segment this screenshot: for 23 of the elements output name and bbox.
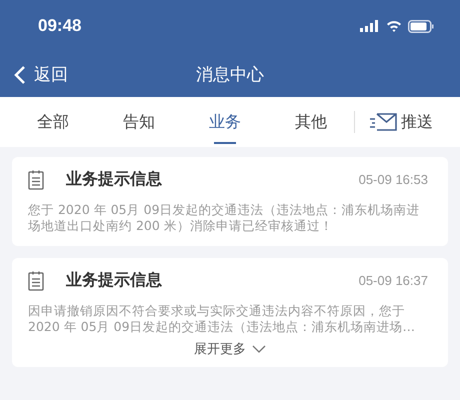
signal-icon bbox=[360, 20, 380, 32]
chevron-down-icon bbox=[252, 345, 266, 353]
notepad-icon bbox=[28, 270, 44, 290]
expand-more-button[interactable]: 展开更多 bbox=[188, 339, 272, 359]
envelope-icon bbox=[369, 113, 397, 131]
back-button[interactable]: 返回 bbox=[0, 63, 68, 86]
message-title: 业务提示信息 bbox=[66, 169, 163, 190]
push-button[interactable]: 推送 bbox=[369, 112, 433, 132]
tab[interactable]: 告知 bbox=[96, 97, 182, 147]
status-time: 09:48 bbox=[38, 16, 82, 36]
tab[interactable]: 全部 bbox=[10, 97, 96, 147]
wifi-icon bbox=[386, 20, 402, 32]
battery-icon bbox=[408, 20, 434, 32]
tab[interactable]: 业务 bbox=[182, 97, 268, 147]
notepad-icon bbox=[28, 170, 44, 190]
page-title: 消息中心 bbox=[196, 64, 264, 86]
message-time: 05-09 16:37 bbox=[358, 273, 428, 288]
message-time: 05-09 16:53 bbox=[358, 172, 428, 187]
chevron-left-icon bbox=[14, 64, 26, 84]
message-text: 因申请撤销原因不符合要求或与实际交通违法内容不符原因，您于 2020 年 05月 09日发起的交通违法（违法地点：浦东机场南进场… bbox=[28, 303, 416, 335]
message-title: 业务提示信息 bbox=[66, 270, 163, 291]
message-text: 您于 2020 年 05月 09日发起的交通违法（违法地点：浦东机场南进场地道出口处南约 200 米）消除申请已经审核通过！ bbox=[28, 202, 421, 234]
tab[interactable]: 其他 bbox=[268, 97, 354, 147]
